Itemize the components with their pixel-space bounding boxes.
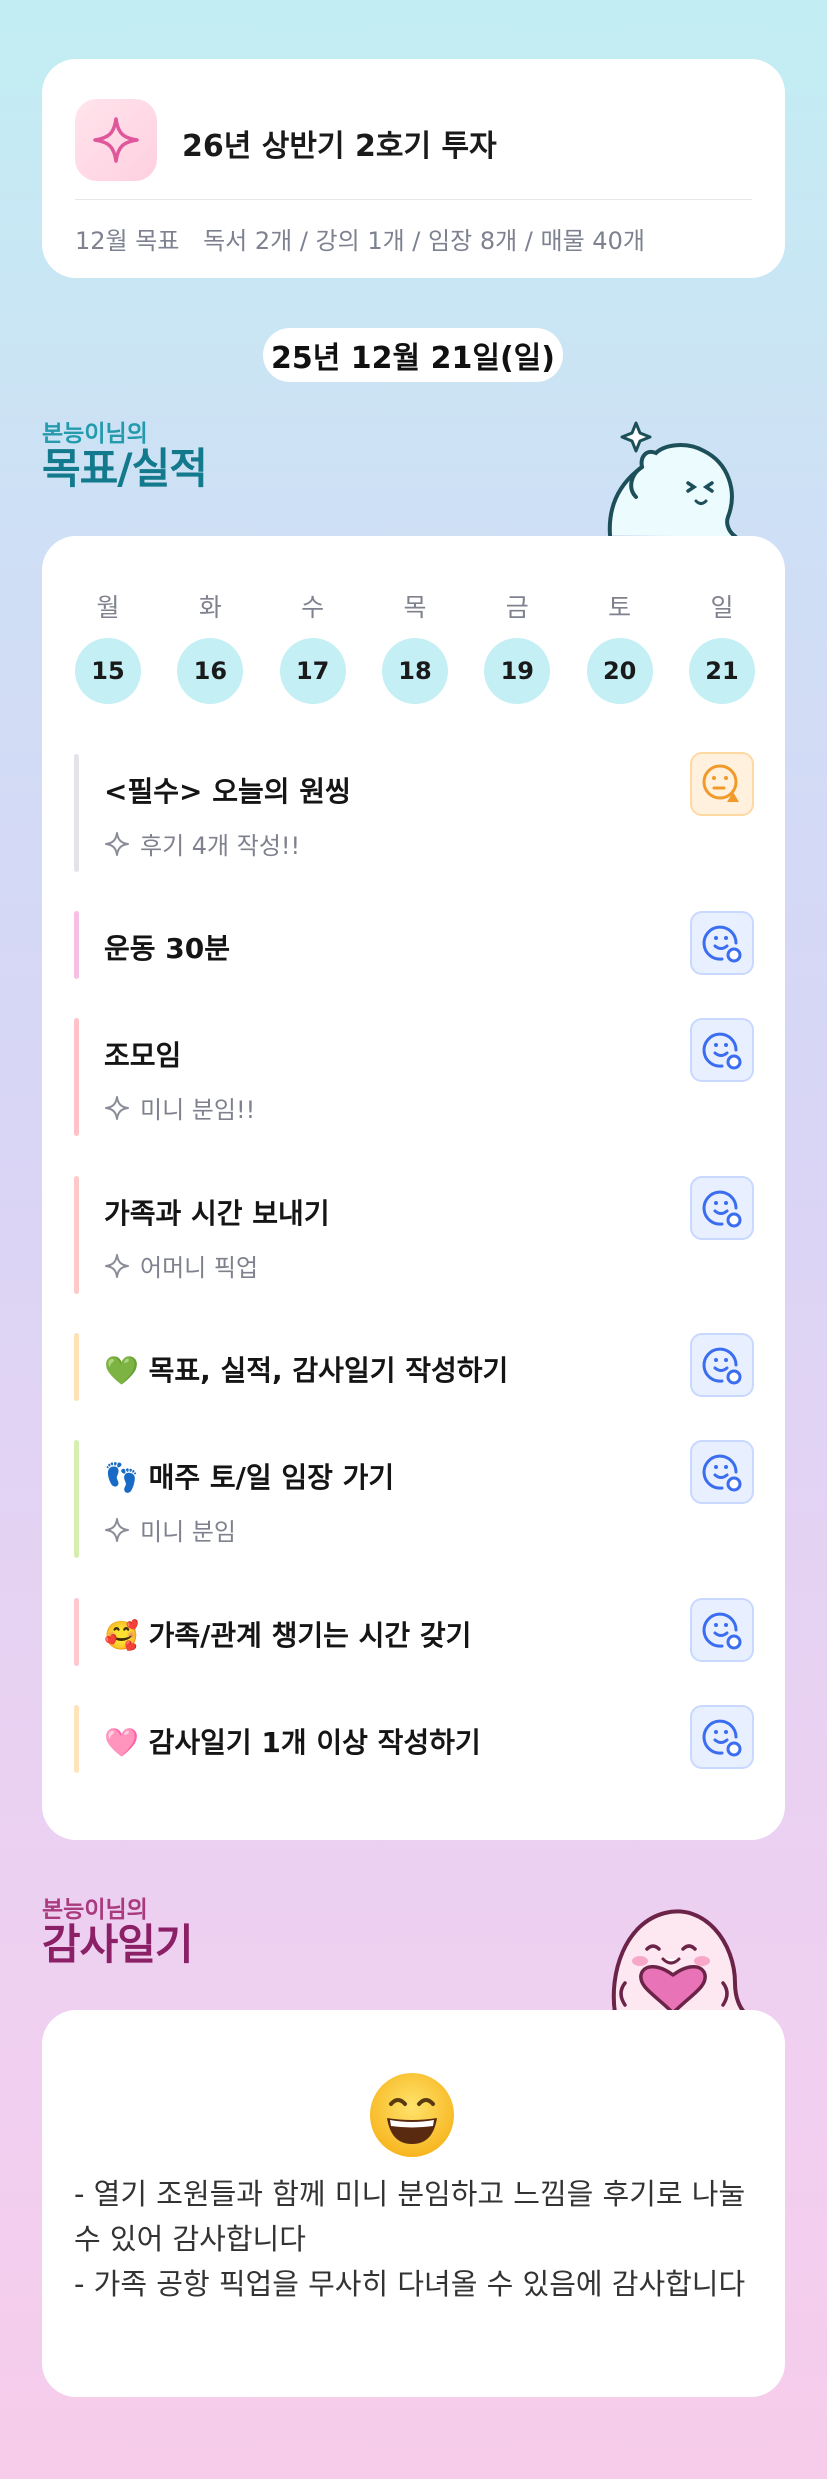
day-number: 21 [688, 638, 755, 704]
goal-item[interactable]: 조모임 미니 분임!! [74, 1018, 754, 1136]
mascot-illustration [607, 421, 738, 539]
goal-title: 조모임 [104, 1039, 182, 1072]
status-done-icon[interactable] [690, 1705, 754, 1769]
goal-title: 🥰 가족/관계 챙기는 시간 갖기 [104, 1619, 472, 1652]
gratitude-card: - 열기 조원들과 함께 미니 분임하고 느낌을 후기로 나눌 수 있어 감사합… [42, 2010, 785, 2397]
sparkle-outline-icon [104, 1095, 130, 1121]
goal-color-bar [74, 754, 79, 872]
calendar-day[interactable]: 화 16 [177, 588, 244, 704]
goal-note-text: 어머니 픽업 [140, 1254, 259, 1282]
goal-color-bar [74, 1598, 79, 1666]
date-selector[interactable]: 25년 12월 21일(일) [263, 328, 563, 382]
goal-item[interactable]: 💚 목표, 실적, 감사일기 작성하기 [74, 1333, 754, 1401]
divider [75, 199, 752, 200]
goal-color-bar [74, 1440, 79, 1558]
day-of-week: 화 [198, 593, 222, 622]
day-number: 15 [75, 638, 141, 704]
goal-note-text: 미니 분임 [140, 1518, 236, 1546]
goals-section-title: 목표/실적 [42, 444, 208, 494]
goal-color-bar [74, 1018, 79, 1136]
status-done-icon[interactable] [690, 1598, 754, 1662]
goal-item[interactable]: 운동 30분 [74, 911, 754, 979]
heart-mascot-illustration [611, 1909, 747, 2013]
calendar-day[interactable]: 수 17 [279, 588, 346, 704]
calendar-day[interactable]: 토 20 [586, 588, 653, 704]
goals-card: 월 15 화 16 수 17 목 18 금 19 토 20 일 21 <필수> 오늘의 원씽 … [42, 536, 785, 1840]
calendar-day[interactable]: 일 21 [688, 588, 755, 704]
goal-item[interactable]: 🥰 가족/관계 챙기는 시간 갖기 [74, 1598, 754, 1666]
goal-item[interactable]: <필수> 오늘의 원씽 후기 4개 작성!! [74, 752, 754, 872]
day-number: 17 [279, 638, 346, 704]
calendar-day[interactable]: 목 18 [381, 588, 448, 704]
goal-title: 가족과 시간 보내기 [104, 1197, 330, 1230]
gratitude-section-header: 본능이님의 감사일기 [42, 1897, 194, 1970]
gratitude-line: - 열기 조원들과 함께 미니 분임하고 느낌을 후기로 나눌 수 있어 감사합… [74, 2177, 746, 2256]
goal-title: 👣 매주 토/일 임장 가기 [104, 1461, 395, 1494]
goal-color-bar [74, 1176, 79, 1294]
goal-item[interactable]: 🩷 감사일기 1개 이상 작성하기 [74, 1705, 754, 1773]
sparkle-outline-icon [104, 831, 130, 857]
plan-card[interactable]: 26년 상반기 2호기 투자 12월 목표 독서 2개 / 강의 1개 / 임장… [42, 59, 785, 278]
goal-note: 어머니 픽업 [104, 1248, 258, 1283]
day-number: 18 [381, 638, 448, 704]
calendar-day[interactable]: 금 19 [484, 588, 551, 704]
goal-color-bar [74, 911, 79, 979]
goal-title: 운동 30분 [104, 932, 230, 965]
day-of-week: 토 [608, 593, 632, 622]
day-number: 20 [586, 638, 653, 704]
status-done-icon[interactable] [690, 911, 754, 975]
goal-title: 🩷 감사일기 1개 이상 작성하기 [104, 1726, 481, 1759]
gratitude-line: - 가족 공항 픽업을 무사히 다녀올 수 있음에 감사합니다 [74, 2267, 746, 2301]
goal-note-text: 미니 분임!! [140, 1096, 256, 1124]
goal-item[interactable]: 👣 매주 토/일 임장 가기 미니 분임 [74, 1440, 754, 1558]
monthly-goal-text: 독서 2개 / 강의 1개 / 임장 8개 / 매물 40개 [203, 227, 645, 255]
day-of-week: 금 [505, 593, 529, 622]
day-of-week: 월 [96, 593, 120, 622]
gratitude-section-title: 감사일기 [42, 1920, 194, 1970]
goal-note: 후기 4개 작성!! [104, 826, 300, 861]
goal-item[interactable]: 가족과 시간 보내기 어머니 픽업 [74, 1176, 754, 1294]
goal-title: <필수> 오늘의 원씽 [104, 775, 351, 808]
goal-color-bar [74, 1705, 79, 1773]
day-of-week: 수 [301, 593, 325, 622]
grinning-face-icon [370, 2073, 454, 2157]
plan-title: 26년 상반기 2호기 투자 [182, 129, 497, 164]
status-done-icon[interactable] [690, 1018, 754, 1082]
sparkle-icon [75, 99, 157, 181]
goals-section-header: 본능이님의 목표/실적 [42, 421, 208, 494]
status-done-icon[interactable] [690, 1333, 754, 1397]
day-of-week: 목 [403, 593, 427, 622]
day-of-week: 일 [710, 593, 734, 622]
status-warning-icon[interactable] [690, 752, 754, 816]
calendar-day[interactable]: 월 15 [75, 588, 141, 704]
gratitude-text: - 열기 조원들과 함께 미니 분임하고 느낌을 후기로 나눌 수 있어 감사합… [74, 2172, 764, 2307]
status-done-icon[interactable] [690, 1440, 754, 1504]
monthly-goal: 12월 목표 독서 2개 / 강의 1개 / 임장 8개 / 매물 40개 [75, 221, 645, 256]
day-number: 16 [177, 638, 244, 704]
goal-note-text: 후기 4개 작성!! [140, 832, 301, 860]
week-calendar: 월 15 화 16 수 17 목 18 금 19 토 20 일 21 [75, 588, 755, 704]
monthly-goal-label: 12월 목표 [75, 227, 180, 255]
status-done-icon[interactable] [690, 1176, 754, 1240]
day-number: 19 [484, 638, 551, 704]
sparkle-outline-icon [104, 1517, 130, 1543]
goal-note: 미니 분임!! [104, 1090, 255, 1125]
sparkle-outline-icon [104, 1253, 130, 1279]
goal-color-bar [74, 1333, 79, 1401]
goal-title: 💚 목표, 실적, 감사일기 작성하기 [104, 1354, 509, 1387]
goal-note: 미니 분임 [104, 1512, 236, 1547]
